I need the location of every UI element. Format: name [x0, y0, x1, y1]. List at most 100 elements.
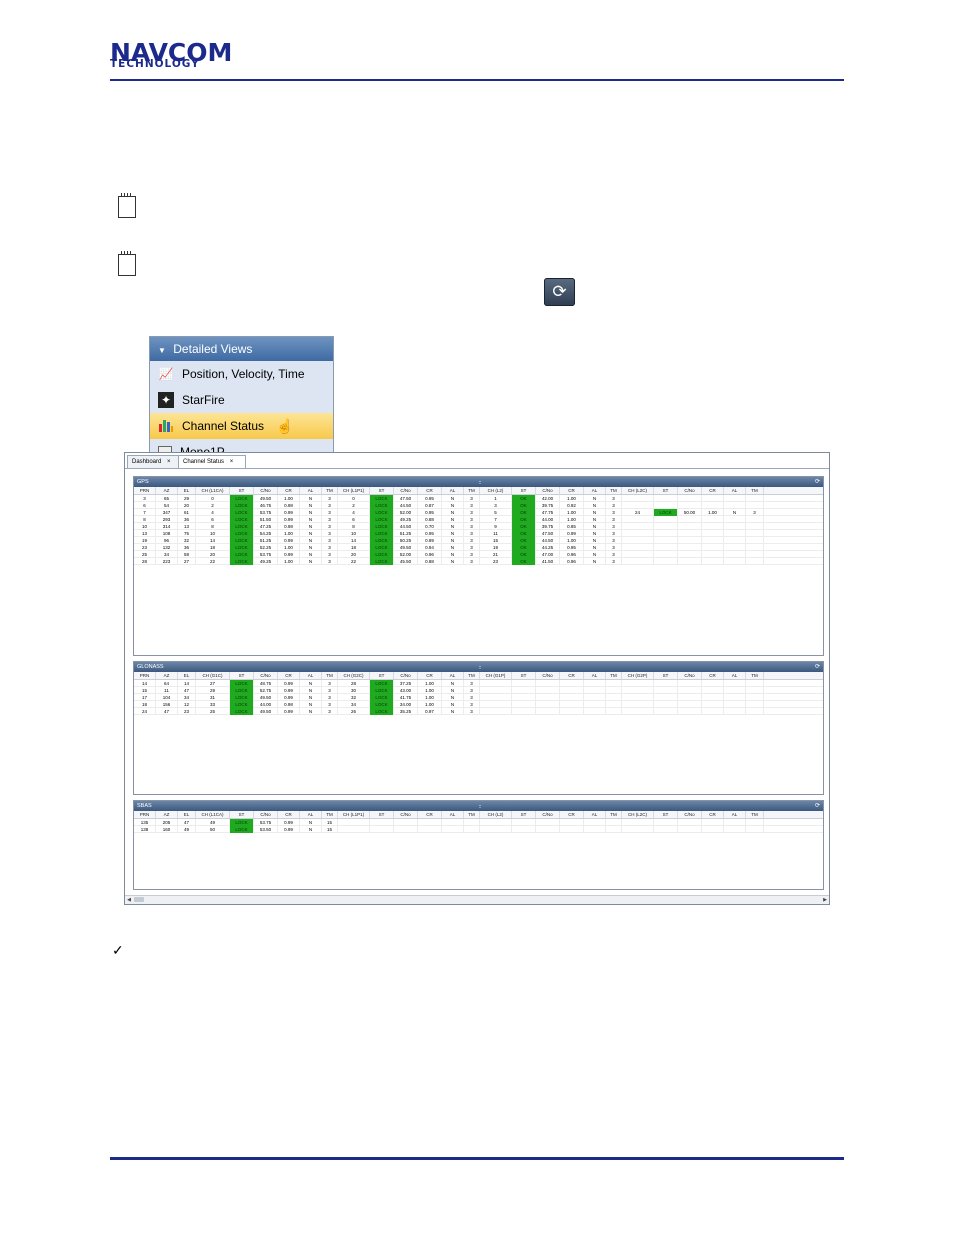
- close-icon[interactable]: ×: [230, 459, 234, 465]
- column-header-cr[interactable]: CR: [702, 487, 724, 494]
- column-header-prn[interactable]: CH (G2C): [338, 672, 370, 679]
- column-header-cno[interactable]: C/No: [678, 487, 702, 494]
- column-header-tm[interactable]: TM: [746, 672, 764, 679]
- table-row[interactable]: 138 160 49 50 LOCK 53.50 0.99 N 15: [134, 826, 823, 833]
- column-header-ch[interactable]: CH (L1CA): [196, 811, 230, 818]
- column-header-el[interactable]: EL: [178, 672, 196, 679]
- column-header-prn[interactable]: CH (L1P1): [338, 487, 370, 494]
- column-header-ch[interactable]: CR: [418, 811, 442, 818]
- table-row[interactable]: 8 293 36 6 LOCK 51.50 0.99 N 3 6 LOCK 49.25 0.88 N 3 7 O…: [134, 516, 823, 523]
- column-header-el[interactable]: C/No: [394, 672, 418, 679]
- column-header-az[interactable]: AZ: [156, 672, 178, 679]
- table-row[interactable]: 25 34 58 20 LOCK 53.75 0.99 N 3 20 LOCK 52.00 0.96 N 3…: [134, 551, 823, 558]
- column-header-cr[interactable]: CH (L2): [480, 487, 512, 494]
- column-header-az[interactable]: ST: [370, 487, 394, 494]
- column-header-al[interactable]: ST: [512, 487, 536, 494]
- table-row[interactable]: 19 96 32 14 LOCK 51.25 0.99 N 3 14 LOCK 50.25 0.89 N 3…: [134, 537, 823, 544]
- column-header-ch[interactable]: CH (L2C): [622, 811, 654, 818]
- close-icon[interactable]: ×: [167, 459, 171, 465]
- column-header-cno[interactable]: C/No: [254, 811, 278, 818]
- table-row[interactable]: 3 65 29 0 LOCK 49.50 1.00 N 3 0 LOCK 47.50 0.95 N 3 1 OK…: [134, 495, 823, 502]
- column-header-prn[interactable]: PRN: [134, 672, 156, 679]
- column-header-cno[interactable]: C/No: [678, 672, 702, 679]
- column-header-prn[interactable]: CH (L1P1): [338, 811, 370, 818]
- column-header-cr[interactable]: CR: [702, 811, 724, 818]
- scroll-left-icon[interactable]: ◀: [125, 896, 133, 904]
- table-row[interactable]: 135 205 47 49 LOCK 53.75 0.99 N 15: [134, 819, 823, 826]
- column-header-tm[interactable]: TM: [322, 811, 338, 818]
- table-row[interactable]: 13 108 75 10 LOCK 54.25 1.00 N 3 10 LOCK 51.25 0.95 N…: [134, 530, 823, 537]
- column-header-al[interactable]: ST: [512, 811, 536, 818]
- refresh-icon[interactable]: ⟳: [815, 477, 820, 487]
- column-header-ch[interactable]: CR: [418, 487, 442, 494]
- column-header-al[interactable]: AL: [300, 811, 322, 818]
- refresh-icon[interactable]: ⟳: [544, 278, 575, 306]
- column-header-prn[interactable]: PRN: [134, 487, 156, 494]
- menu-item-starfire[interactable]: ✦ StarFire: [150, 387, 333, 413]
- table-row[interactable]: 24 47 23 25 LOCK 49.50 0.99 N 3 26 LOCK 35.25 0.97 N 3: [134, 708, 823, 715]
- column-header-prn[interactable]: CR: [560, 811, 584, 818]
- column-header-st[interactable]: AL: [442, 672, 464, 679]
- table-row[interactable]: 17 104 34 31 LOCK 49.50 0.99 N 3 32 LOCK 41.75 1.00 N…: [134, 694, 823, 701]
- column-header-el[interactable]: EL: [178, 811, 196, 818]
- column-header-az[interactable]: ST: [370, 811, 394, 818]
- column-header-el[interactable]: TM: [606, 811, 622, 818]
- column-header-az[interactable]: AZ: [156, 487, 178, 494]
- table-row[interactable]: 18 156 12 33 LOCK 44.00 0.98 N 3 34 LOCK 34.00 1.00 N…: [134, 701, 823, 708]
- column-header-cno[interactable]: C/No: [678, 811, 702, 818]
- tab-channel-status[interactable]: Channel Status ×: [178, 455, 246, 468]
- column-header-cr[interactable]: CR: [702, 672, 724, 679]
- menu-item-channel-status[interactable]: Channel Status ☝: [150, 413, 333, 439]
- column-header-cno[interactable]: TM: [464, 672, 480, 679]
- column-header-prn[interactable]: PRN: [134, 811, 156, 818]
- column-header-al[interactable]: ST: [512, 672, 536, 679]
- column-header-tm[interactable]: TM: [746, 811, 764, 818]
- menu-header[interactable]: ▼ Detailed Views: [150, 337, 333, 361]
- column-header-al[interactable]: AL: [300, 672, 322, 679]
- column-header-st[interactable]: ST: [230, 672, 254, 679]
- column-header-el[interactable]: C/No: [394, 811, 418, 818]
- column-header-st[interactable]: ST: [230, 487, 254, 494]
- column-header-el[interactable]: C/No: [394, 487, 418, 494]
- column-header-prn[interactable]: CR: [560, 672, 584, 679]
- column-header-st[interactable]: ST: [654, 672, 678, 679]
- column-header-tm[interactable]: C/No: [536, 672, 560, 679]
- column-header-cr[interactable]: CH (L2): [480, 811, 512, 818]
- column-header-ch[interactable]: CH (G2P): [622, 672, 654, 679]
- column-header-cr[interactable]: CR: [278, 672, 300, 679]
- column-header-cr[interactable]: CH (G1P): [480, 672, 512, 679]
- refresh-icon[interactable]: ⟳: [815, 801, 820, 811]
- menu-item-pvt[interactable]: 📈 Position, Velocity, Time: [150, 361, 333, 387]
- column-header-tm[interactable]: C/No: [536, 487, 560, 494]
- column-header-st[interactable]: AL: [442, 487, 464, 494]
- column-header-az[interactable]: ST: [370, 672, 394, 679]
- column-header-az[interactable]: AL: [584, 487, 606, 494]
- column-header-cno[interactable]: TM: [464, 811, 480, 818]
- column-header-al[interactable]: AL: [300, 487, 322, 494]
- table-row[interactable]: 10 314 13 8 LOCK 47.25 0.98 N 3 8 LOCK 44.50 0.70 N 3 9…: [134, 523, 823, 530]
- scroll-right-icon[interactable]: ▶: [821, 896, 829, 904]
- column-header-ch[interactable]: CH (L2C): [622, 487, 654, 494]
- column-header-st[interactable]: ST: [654, 487, 678, 494]
- tab-dashboard[interactable]: Dashboard ×: [127, 455, 179, 468]
- column-header-al[interactable]: AL: [724, 811, 746, 818]
- table-row[interactable]: 6 54 20 2 LOCK 46.75 0.98 N 3 2 LOCK 44.50 0.87 N 3 3 OK…: [134, 502, 823, 509]
- column-header-el[interactable]: TM: [606, 487, 622, 494]
- column-header-tm[interactable]: TM: [746, 487, 764, 494]
- column-header-st[interactable]: AL: [442, 811, 464, 818]
- column-header-cno[interactable]: TM: [464, 487, 480, 494]
- column-header-az[interactable]: AL: [584, 672, 606, 679]
- column-header-tm[interactable]: C/No: [536, 811, 560, 818]
- column-header-cno[interactable]: C/No: [254, 672, 278, 679]
- column-header-al[interactable]: AL: [724, 672, 746, 679]
- table-row[interactable]: 28 223 27 22 LOCK 49.25 1.00 N 3 22 LOCK 45.50 0.88 N…: [134, 558, 823, 565]
- table-row[interactable]: 14 64 14 27 LOCK 48.75 0.99 N 3 28 LOCK 37.25 1.00 N 3: [134, 680, 823, 687]
- column-header-al[interactable]: AL: [724, 487, 746, 494]
- column-header-el[interactable]: TM: [606, 672, 622, 679]
- table-row[interactable]: 15 11 47 29 LOCK 52.75 0.99 N 3 30 LOCK 43.00 1.00 N 3: [134, 687, 823, 694]
- refresh-icon[interactable]: ⟳: [815, 662, 820, 672]
- column-header-el[interactable]: EL: [178, 487, 196, 494]
- column-header-cno[interactable]: C/No: [254, 487, 278, 494]
- horizontal-scrollbar[interactable]: ◀ ▶: [125, 895, 829, 904]
- column-header-tm[interactable]: TM: [322, 672, 338, 679]
